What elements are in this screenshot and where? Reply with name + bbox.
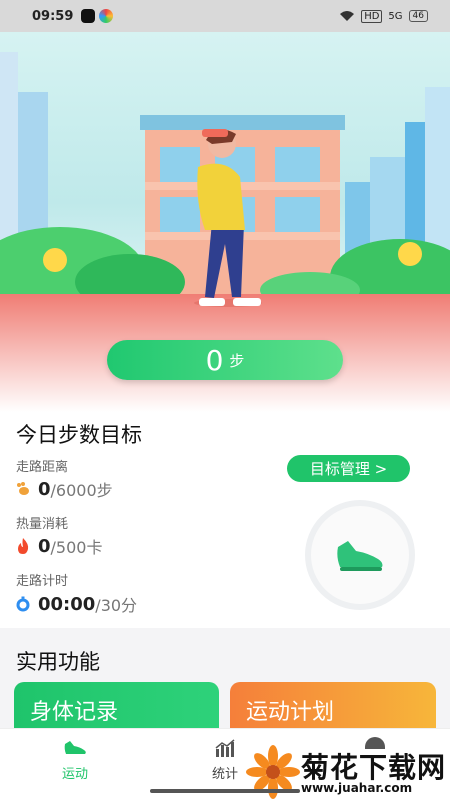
app-icon: [99, 9, 114, 23]
body-record-card[interactable]: 身体记录: [14, 682, 219, 732]
goal-manage-button[interactable]: 目标管理 >: [287, 455, 410, 482]
distance-metric: 0 /6000步: [14, 477, 113, 501]
flame-icon: [14, 537, 32, 555]
signal-indicator: 5G: [388, 10, 403, 22]
footprint-icon: [14, 480, 32, 498]
timer-target: /30分: [95, 596, 138, 615]
wifi-icon: [340, 11, 355, 21]
step-counter-pill: 0 步: [107, 340, 343, 380]
timer-current: 00:00: [38, 593, 96, 615]
calories-metric: 0 /500卡: [14, 534, 102, 558]
stopwatch-icon: [14, 595, 32, 613]
distance-target: /6000步: [50, 481, 113, 500]
progress-ring: [305, 500, 415, 610]
calories-current: 0: [38, 535, 51, 557]
distance-label: 走路距离: [16, 460, 69, 475]
shoe-icon: [64, 741, 86, 754]
goal-section-title: 今日步数目标: [16, 423, 142, 447]
nav-label-exercise: 运动: [61, 767, 88, 782]
timer-label: 走路计时: [16, 574, 69, 589]
status-indicators: HD 5G 46: [339, 9, 428, 23]
hero-illustration: 0 步: [0, 32, 450, 412]
status-bar: 09:59 HD 5G 46: [0, 0, 450, 32]
watermark-url: www.juahar.com: [301, 781, 413, 795]
network-badge: HD: [361, 9, 383, 23]
shoe-icon: [337, 541, 383, 571]
calories-label: 热量消耗: [16, 517, 69, 532]
step-count-unit: 步: [229, 351, 245, 370]
nav-item-exercise[interactable]: 运动: [35, 737, 115, 782]
watermark-title: 菊花下载网: [301, 751, 447, 784]
status-time: 09:59: [32, 8, 74, 24]
calories-target: /500卡: [50, 538, 103, 557]
timer-metric: 00:00 /30分: [14, 592, 137, 616]
tiktok-icon: [81, 9, 96, 23]
distance-current: 0: [38, 478, 51, 500]
features-section-title: 实用功能: [16, 650, 100, 674]
bar-chart-icon: [215, 739, 235, 757]
battery-icon: 46: [408, 10, 428, 22]
exercise-plan-card[interactable]: 运动计划: [230, 682, 436, 732]
step-count-value: 0: [205, 343, 224, 377]
home-indicator[interactable]: [150, 789, 300, 793]
